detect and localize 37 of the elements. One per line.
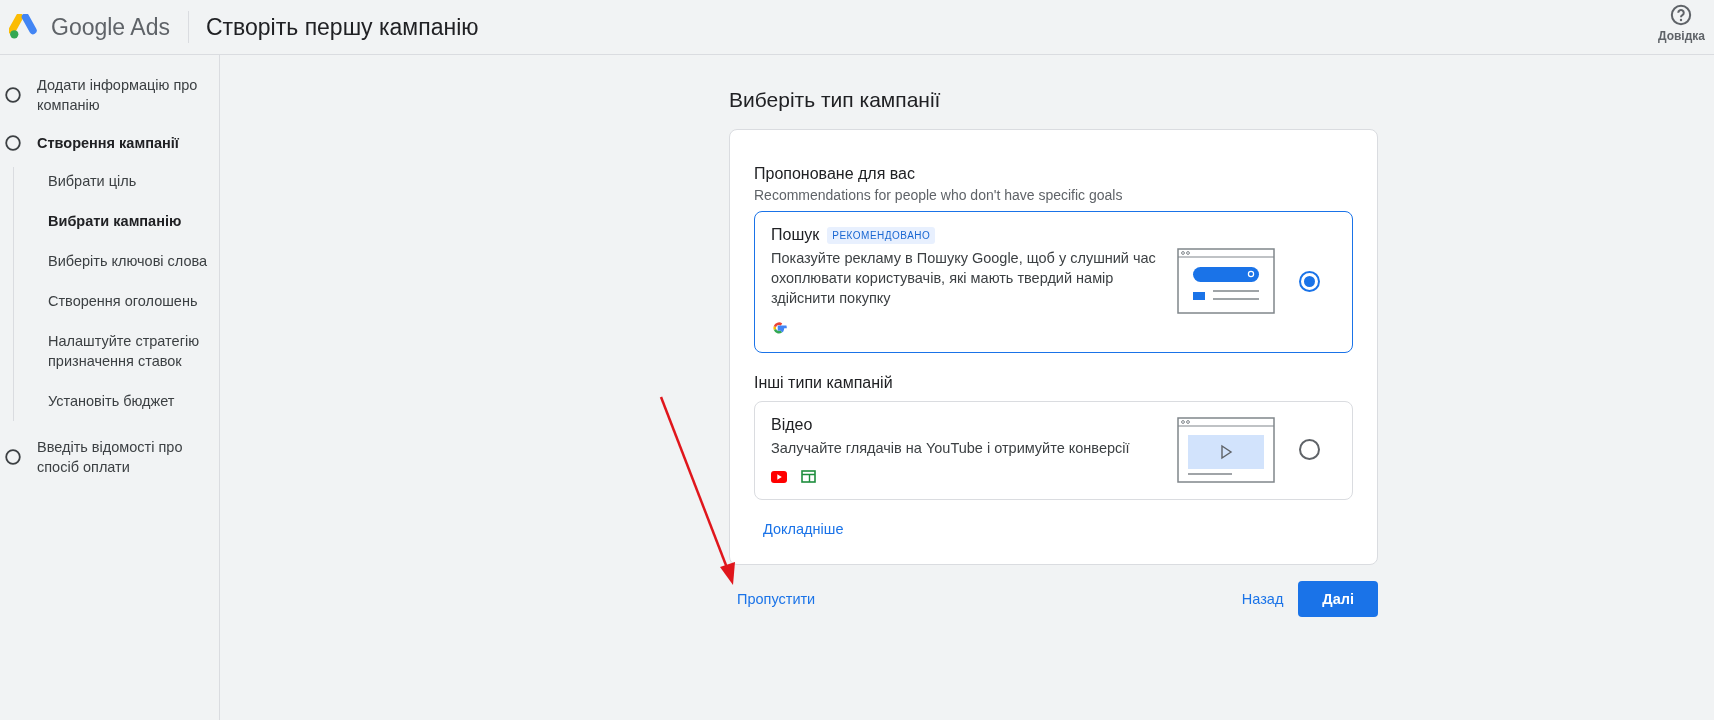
google-g-icon [771, 320, 787, 336]
substep-item[interactable]: Створення оголошень [48, 291, 219, 311]
help-button[interactable]: Довідка [1657, 3, 1705, 43]
section-heading: Інші типи кампаній [754, 373, 894, 393]
layout-icon [801, 470, 816, 483]
recommended-badge: РЕКОМЕНДОВАНО [827, 226, 936, 244]
option-title: Відео [771, 416, 813, 434]
substep-item[interactable]: Вибрати ціль [48, 171, 219, 191]
option-description: Показуйте рекламу в Пошуку Google, щоб у слушний час охоплювати користувачів, які мають твердий намір здійснити покупку [771, 249, 1157, 308]
youtube-icon [771, 470, 787, 483]
step-item[interactable]: Введіть відомості про спосіб оплати [37, 437, 217, 477]
step-item[interactable]: Додати інформацію про компанію [37, 75, 217, 115]
google-ads-logo-icon [9, 13, 39, 41]
product-name: Google Ads [51, 13, 170, 41]
section-heading: Пропоноване для вас [754, 164, 916, 184]
substep-item[interactable]: Вибрати кампанію [48, 211, 219, 231]
section-subtitle: Recommendations for people who don't have specific goals [754, 187, 1124, 203]
substep-item[interactable]: Налаштуйте стратегію призначення ставок [48, 331, 219, 371]
learn-more-link[interactable]: Докладніше [763, 521, 844, 537]
option-title: Пошук [771, 226, 820, 244]
back-button[interactable]: Назад [1233, 591, 1292, 607]
step-circle-icon [5, 135, 21, 151]
help-icon [1670, 3, 1693, 26]
skip-link[interactable]: Пропустити [729, 591, 824, 607]
radio-button[interactable] [1299, 439, 1320, 460]
option-description: Залучайте глядачів на YouTube і отримуйте конверсії [771, 439, 1131, 458]
page-heading: Створіть першу кампанію [205, 13, 479, 41]
radio-button[interactable] [1299, 270, 1320, 292]
substep-item[interactable]: Установіть бюджет [48, 391, 219, 411]
step-circle-icon [5, 87, 21, 103]
campaign-option[interactable]: Пошук РЕКОМЕНДОВАНО Показуйте рекламу в Пошуку Google, щоб у слушний час охоплювати користувачів, які мають твердий намір здійснити покупку [754, 211, 1353, 353]
step-circle-icon [5, 449, 21, 465]
section-title: Виберіть тип кампанії [729, 87, 942, 113]
substep-item[interactable]: Виберіть ключові слова [48, 251, 219, 271]
step-item[interactable]: Створення кампанії [37, 133, 179, 153]
campaign-option[interactable]: Відео Залучайте глядачів на YouTube і отримуйте конверсії [754, 401, 1353, 500]
next-button[interactable]: Далі [1298, 581, 1378, 617]
